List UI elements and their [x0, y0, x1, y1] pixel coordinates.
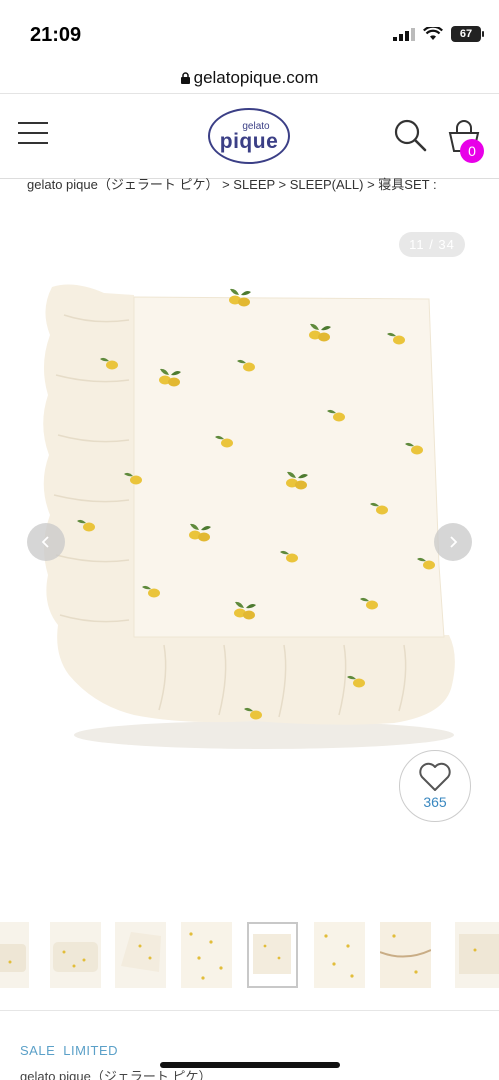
heart-icon: [419, 762, 451, 791]
prev-image-button[interactable]: [27, 523, 65, 561]
lock-icon: [180, 71, 190, 84]
limited-tag: LIMITED: [63, 1043, 119, 1058]
favorite-button[interactable]: 365: [399, 750, 471, 822]
thumbnail[interactable]: [115, 922, 166, 988]
logo-big-text: pique: [219, 130, 279, 153]
signal-icon: [393, 28, 415, 41]
product-brand[interactable]: gelato pique（ジェラート ピケ）: [20, 1066, 211, 1080]
favorite-count: 365: [423, 794, 447, 810]
menu-icon[interactable]: [18, 122, 48, 144]
battery-level: 67: [459, 28, 473, 40]
wifi-icon: [423, 27, 443, 40]
thumbnail[interactable]: [0, 922, 29, 988]
thumbnail[interactable]: [50, 922, 101, 988]
url-text: gelatopique.com: [193, 67, 319, 87]
breadcrumb[interactable]: gelato pique（ジェラート ピケ） > SLEEP > SLEEP(A…: [27, 174, 487, 196]
home-indicator[interactable]: [160, 1062, 340, 1068]
brand-logo[interactable]: gelato pique: [208, 108, 290, 164]
thumbnail[interactable]: [455, 922, 499, 988]
url-bar[interactable]: gelatopique.com: [0, 62, 499, 94]
battery-indicator: 67: [451, 26, 484, 42]
thumbnail-strip: [0, 918, 499, 992]
search-icon[interactable]: [392, 117, 428, 153]
next-image-button[interactable]: [434, 523, 472, 561]
site-header: gelato pique: [0, 95, 499, 179]
thumbnail[interactable]: [380, 922, 431, 988]
chevron-right-icon: [450, 536, 458, 548]
status-time: 21:09: [30, 24, 82, 46]
sale-tag: SALE: [20, 1043, 56, 1058]
cart-count-badge: 0: [460, 139, 484, 163]
product-image[interactable]: [34, 275, 464, 755]
divider: [0, 1010, 499, 1011]
image-counter: 11 / 34: [399, 232, 465, 257]
thumbnail[interactable]: [181, 922, 232, 988]
chevron-left-icon: [41, 536, 49, 548]
thumbnail-active[interactable]: [247, 922, 298, 988]
status-bar: 21:09 67: [0, 0, 499, 62]
product-tags: SALE LIMITED: [20, 1043, 118, 1058]
thumbnail[interactable]: [314, 922, 365, 988]
status-icons: 67: [393, 26, 484, 42]
